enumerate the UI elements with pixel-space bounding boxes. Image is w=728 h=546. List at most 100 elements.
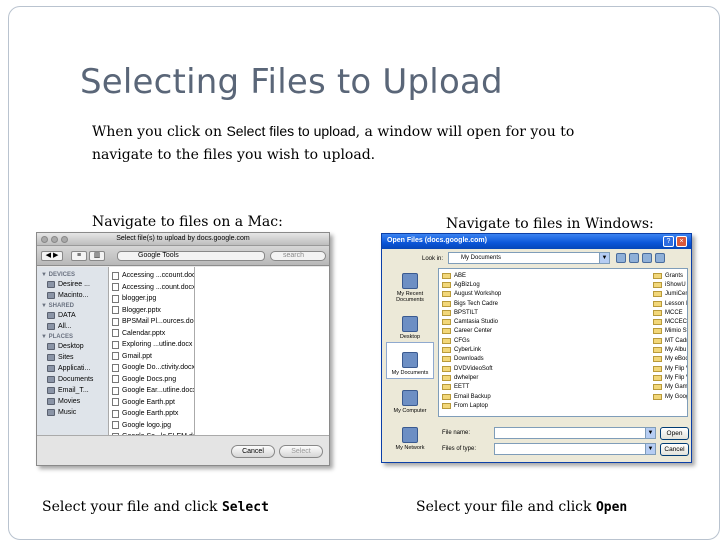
sidebar-item[interactable]: Desktop [37,341,108,352]
views-menu-icon[interactable] [655,253,665,263]
folder-item[interactable]: From Laptop [442,401,622,410]
places-item[interactable]: My Network [386,416,434,453]
folder-item[interactable]: dwhelper [442,373,622,382]
back-icon[interactable] [616,253,626,263]
folder-item[interactable]: MCCE [653,308,687,317]
sidebar-item[interactable]: Email_T... [37,385,108,396]
look-in-dropdown[interactable]: My Documents ▼ [448,252,610,264]
windows-file-list-column-2: Grants iShowU JumiCen Lesson I MCCE MCCEC Mimi… [653,271,688,401]
sidebar-item[interactable]: Applicati... [37,363,108,374]
places-item[interactable]: Desktop [386,305,434,342]
folder-item[interactable]: Mimio St [653,327,687,336]
windows-cancel-button[interactable]: Cancel [660,443,689,456]
file-item[interactable]: Google Earth.ppt [109,397,194,409]
file-type-select[interactable]: ▼ [494,443,656,455]
windows-footer-text: Select your file and click [416,499,596,515]
column-view-icon[interactable]: ▥ [89,251,105,261]
folder-item[interactable]: AgBizLog [442,280,622,289]
folder-item[interactable]: Grants [653,271,687,280]
file-name-input[interactable]: ▼ [494,427,656,439]
sidebar-item-label: Sites [58,354,74,361]
folder-item[interactable]: Camtasia Studio [442,317,622,326]
folder-icon [442,328,451,335]
file-item[interactable]: blogger.jpg [109,293,194,305]
folder-item[interactable]: My Goog [653,392,687,401]
file-item[interactable]: Google Ear...utline.docx [109,385,194,397]
places-item[interactable]: My Documents [386,342,434,379]
up-folder-icon[interactable] [629,253,639,263]
file-item[interactable]: Google logo.jpg [109,420,194,432]
folder-item[interactable]: CyberLink [442,345,622,354]
folder-item[interactable]: My Flip V [653,373,687,382]
file-item[interactable]: Calendar.pptx [109,328,194,340]
file-item[interactable]: Google Earth.pptx [109,408,194,420]
file-item[interactable]: Accessing ...ccount.doc [109,270,194,282]
folder-item[interactable]: Career Center [442,327,622,336]
sidebar-item[interactable]: DATA [37,310,108,321]
drive-icon [47,343,55,350]
sidebar-item[interactable]: All... [37,321,108,332]
sidebar-item[interactable]: Movies [37,396,108,407]
folder-item[interactable]: My Flip V [653,364,688,373]
folder-item[interactable]: Email Backup [442,392,622,401]
windows-open-button[interactable]: Open [660,427,689,440]
folder-item[interactable]: BPSTILT [442,308,622,317]
place-icon [402,390,418,406]
chevron-down-icon[interactable]: ▼ [645,428,655,438]
sidebar-item[interactable]: Desiree ... [37,279,108,290]
folder-item[interactable]: My eBoo [653,355,687,364]
sidebar-item[interactable]: Macinto... [37,290,108,301]
drive-icon [47,387,55,394]
mac-folder-popup[interactable]: Google Tools [117,251,265,261]
sidebar-item-label: Email_T... [58,387,89,394]
folder-item[interactable]: MCCEC [653,317,687,326]
folder-item[interactable]: MT Cadr [653,336,687,345]
look-in-label: Look in: [422,256,444,262]
file-item[interactable]: Exploring ...utline.docx [109,339,194,351]
file-item[interactable]: Google Do...ctivity.docx [109,362,194,374]
folder-item[interactable]: EETT [442,383,622,392]
document-icon [112,294,119,303]
file-item[interactable]: Google Docs.png [109,374,194,386]
drive-icon [47,323,55,330]
folder-item[interactable]: CFGs [442,336,622,345]
mac-search-input[interactable]: search [270,251,326,261]
folder-item[interactable]: JumiCen [653,290,687,299]
folder-name: dwhelper [454,374,479,381]
windows-footer-button-name: Open [595,500,628,515]
folder-item[interactable]: August Workshop [442,290,622,299]
sidebar-item[interactable]: Sites [37,352,108,363]
folder-item[interactable]: My Albu [653,345,687,354]
document-icon [112,317,119,326]
folder-icon [442,291,451,298]
places-item-label: My Computer [393,408,427,414]
new-folder-icon[interactable] [642,253,652,263]
file-item[interactable]: Accessing ...count.docx [109,282,194,294]
mac-select-button[interactable]: Select [279,445,323,458]
file-item[interactable]: Gmail.ppt [109,351,194,363]
places-item[interactable]: My Recent Documents [386,268,434,305]
folder-item[interactable]: Lesson I [653,299,687,308]
folder-item[interactable]: Bigs Tech Cadre [442,299,622,308]
folder-item[interactable]: My Gam [653,383,687,392]
folder-item[interactable]: DVDVideoSoft [442,364,622,373]
help-icon[interactable]: ? [663,236,674,247]
chevron-down-icon[interactable]: ▼ [645,444,655,454]
document-icon [112,283,119,292]
file-name: Google Earth.pptx [122,410,179,418]
folder-name: My Flip V [665,365,688,372]
file-item[interactable]: BPSMail Pl...ources.doc [109,316,194,328]
sidebar-item[interactable]: Music [37,407,108,418]
mac-back-forward-button[interactable]: ◀ ▶ [41,251,63,261]
close-icon[interactable]: × [676,236,687,247]
folder-icon [653,300,662,307]
places-item[interactable]: My Computer [386,379,434,416]
chevron-down-icon[interactable]: ▼ [599,253,609,263]
mac-cancel-button[interactable]: Cancel [231,445,275,458]
list-view-icon[interactable]: ≡ [71,251,87,261]
folder-item[interactable]: iShowU [653,280,687,289]
folder-item[interactable]: Downloads [442,355,622,364]
folder-item[interactable]: ABE [442,271,622,280]
sidebar-item[interactable]: Documents [37,374,108,385]
file-item[interactable]: Blogger.pptx [109,305,194,317]
